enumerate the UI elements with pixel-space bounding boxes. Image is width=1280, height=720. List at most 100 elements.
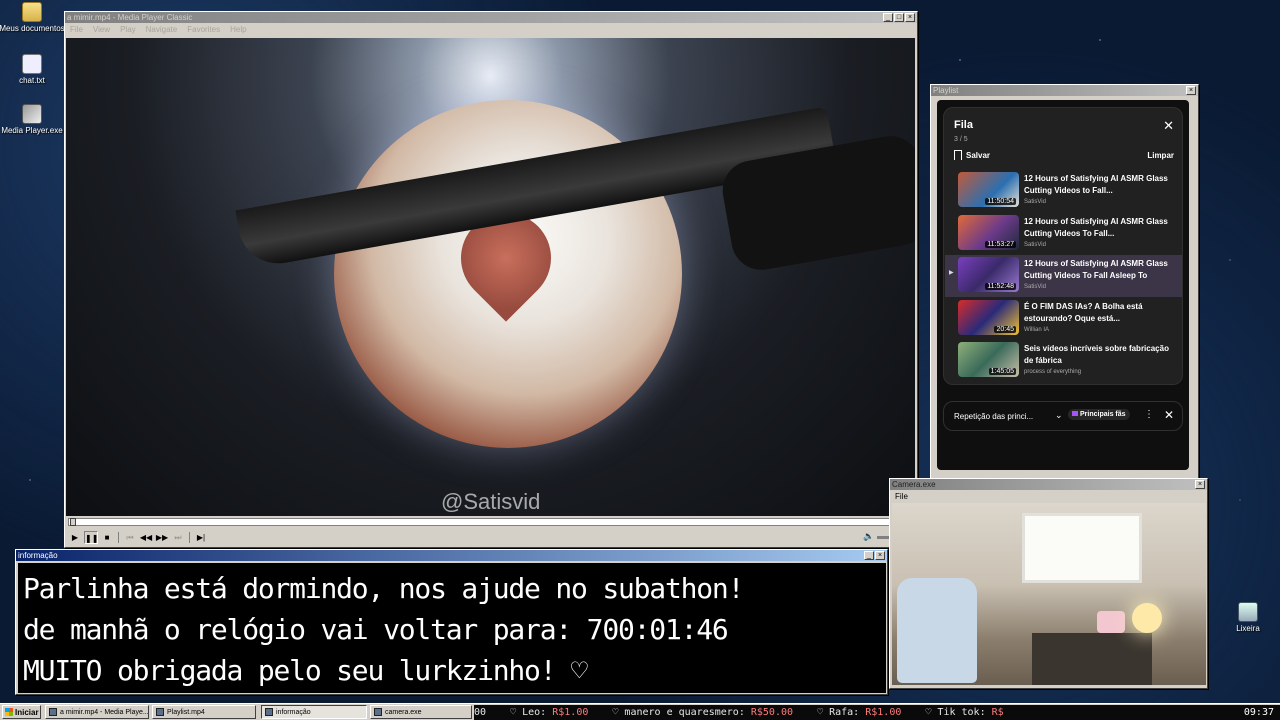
ticker-amount: R$1.00 (552, 707, 589, 718)
desktop-icon-label: Media Player.exe (1, 126, 63, 135)
video-title: 12 Hours of Satisfying AI ASMR Glass Cut… (1024, 174, 1168, 195)
play-button[interactable]: ▶ (68, 531, 82, 544)
camera-feed-window (1022, 513, 1142, 583)
media-player-titlebar[interactable]: a mimir.mp4 - Media Player Classic _ □ × (65, 12, 917, 23)
stop-button[interactable]: ■ (100, 531, 114, 544)
close-button[interactable]: × (1186, 86, 1196, 95)
camera-feed-chair (897, 578, 977, 683)
queue-item-current[interactable]: ▶ 11:52:48 12 Hours of Satisfying AI ASM… (945, 255, 1182, 297)
video-area[interactable]: @Satisvid (66, 38, 915, 516)
queue-item[interactable]: 20:45 É O FIM DAS IAs? A Bolha está esto… (945, 298, 1182, 340)
close-button[interactable]: × (875, 551, 885, 560)
ticker-text: ♡ Tik tok: (925, 707, 992, 718)
pause-button[interactable]: ❚❚ (84, 530, 98, 544)
queue-item[interactable]: 11:53:27 12 Hours of Satisfying AI ASMR … (945, 213, 1182, 255)
taskbar-task-media-player[interactable]: a mimir.mp4 - Media Playe... (45, 705, 149, 719)
minimize-button[interactable]: _ (883, 13, 893, 22)
ticker-amount: R$ (991, 707, 1004, 718)
playlist-window: Playlist × Fila 3 / 5 ✕ Salvar Limpar 11… (930, 84, 1199, 484)
desktop-icon-media-player[interactable]: Media Player.exe (0, 104, 65, 135)
video-title: É O FIM DAS IAs? A Bolha está estourando… (1024, 302, 1143, 323)
camera-feed-lamp (1132, 603, 1162, 633)
window-icon (156, 708, 164, 716)
clear-button[interactable]: Limpar (1147, 151, 1174, 160)
taskbar-task-playlist[interactable]: Playlist.mp4 (152, 705, 256, 719)
info-window: informação _ × Parlinha está dormindo, n… (15, 549, 888, 695)
forward-button[interactable]: ▶▶ (155, 531, 169, 544)
info-line: Parlinha está dormindo, nos ajude no sub… (23, 572, 744, 605)
window-title: a mimir.mp4 - Media Player Classic (67, 13, 193, 22)
ticker-entry: 00 (474, 707, 486, 718)
info-text-area: Parlinha está dormindo, nos ajude no sub… (18, 563, 886, 693)
playback-controls: ▶ ❚❚ ■ ⏮ ◀◀ ▶▶ ⏭ ▶| (68, 530, 208, 544)
folder-icon (22, 2, 42, 22)
menu-file[interactable]: File (70, 25, 83, 34)
menu-bar: File (890, 490, 1207, 502)
menu-navigate[interactable]: Navigate (146, 25, 178, 34)
repeat-label[interactable]: Repetição das princi... (954, 412, 1033, 421)
taskbar-task-info[interactable]: informação (261, 705, 367, 719)
window-title: Playlist (933, 86, 959, 95)
info-line: de manhã o relógio vai voltar para: 700:… (23, 613, 729, 646)
seek-bar[interactable] (68, 518, 913, 526)
camera-titlebar[interactable]: Camera.exe × (890, 479, 1207, 490)
desktop-icon-chat[interactable]: chat.txt (0, 54, 65, 85)
maximize-button[interactable]: □ (894, 13, 904, 22)
video-thumbnail: 11:50:54 (958, 172, 1019, 207)
playlist-titlebar[interactable]: Playlist × (931, 85, 1198, 96)
save-label: Salvar (966, 150, 991, 160)
task-label: camera.exe (385, 708, 422, 716)
taskbar-task-camera[interactable]: camera.exe (370, 705, 472, 719)
video-title: Seis vídeos incríveis sobre fabricação d… (1024, 344, 1169, 365)
channel-name: Willian IA (1024, 327, 1050, 333)
menu-help[interactable]: Help (230, 25, 246, 34)
duration-badge: 20:45 (994, 326, 1016, 333)
menu-view[interactable]: View (93, 25, 110, 34)
channel-name: SatisVid (1024, 284, 1046, 290)
camera-feed-table (1032, 633, 1152, 685)
close-icon[interactable]: ✕ (1164, 408, 1174, 422)
next-chapter-button[interactable]: ⏭ (171, 531, 185, 544)
duration-badge: 11:50:54 (985, 198, 1016, 205)
ticker-amount: R$1.00 (865, 707, 902, 718)
menu-favorites[interactable]: Favorites (187, 25, 220, 34)
task-label: a mimir.mp4 - Media Playe... (60, 708, 149, 716)
top-fans-chip[interactable]: Principais fãs (1068, 409, 1130, 420)
duration-badge: 11:52:48 (985, 283, 1016, 290)
info-titlebar[interactable]: informação _ × (16, 550, 887, 561)
close-button[interactable]: × (905, 13, 915, 22)
menu-file[interactable]: File (895, 492, 908, 501)
desktop-icon-label: Lixeira (1236, 624, 1260, 633)
desktop-icon-documents[interactable]: Meus documentos (0, 2, 65, 33)
channel-name: SatisVid (1024, 199, 1046, 205)
separator (118, 531, 119, 543)
rewind-button[interactable]: ◀◀ (139, 531, 153, 544)
menu-play[interactable]: Play (120, 25, 136, 34)
system-clock[interactable]: 09:37 (1212, 705, 1280, 720)
close-icon[interactable]: ✕ (1163, 118, 1174, 134)
more-options-icon[interactable]: ⋮ (1144, 409, 1154, 420)
bookmark-icon (954, 150, 962, 160)
chevron-down-icon[interactable]: ⌄ (1055, 410, 1063, 421)
video-watermark: @Satisvid (441, 489, 541, 514)
frame-step-button[interactable]: ▶| (194, 531, 208, 544)
queue-item[interactable]: 1:45:05 Seis vídeos incríveis sobre fabr… (945, 340, 1182, 382)
ticker-entry: ♡ Rafa: R$1.00 (817, 707, 901, 718)
donation-ticker: 00 ♡ Leo: R$1.00 ♡ manero e quaresmero: … (474, 705, 1212, 720)
ticker-text: 00 (474, 707, 487, 718)
start-label: Iniciar (15, 707, 39, 717)
close-button[interactable]: × (1195, 480, 1205, 489)
channel-name: process of everything (1024, 369, 1082, 375)
desktop-icon-recycle-bin[interactable]: Lixeira (1215, 602, 1280, 633)
taskbar: Iniciar a mimir.mp4 - Media Playe... Pla… (0, 703, 1280, 720)
save-button[interactable]: Salvar (954, 150, 990, 160)
queue-item[interactable]: 11:50:54 12 Hours of Satisfying AI ASMR … (945, 170, 1182, 212)
window-icon (265, 708, 273, 716)
start-button[interactable]: Iniciar (2, 705, 41, 719)
prev-chapter-button[interactable]: ⏮ (123, 531, 137, 544)
window-title: informação (18, 551, 58, 560)
channel-name: SatisVid (1024, 242, 1046, 248)
minimize-button[interactable]: _ (864, 551, 874, 560)
speaker-icon[interactable]: 🔈 (863, 531, 874, 542)
seek-thumb[interactable] (70, 518, 76, 526)
